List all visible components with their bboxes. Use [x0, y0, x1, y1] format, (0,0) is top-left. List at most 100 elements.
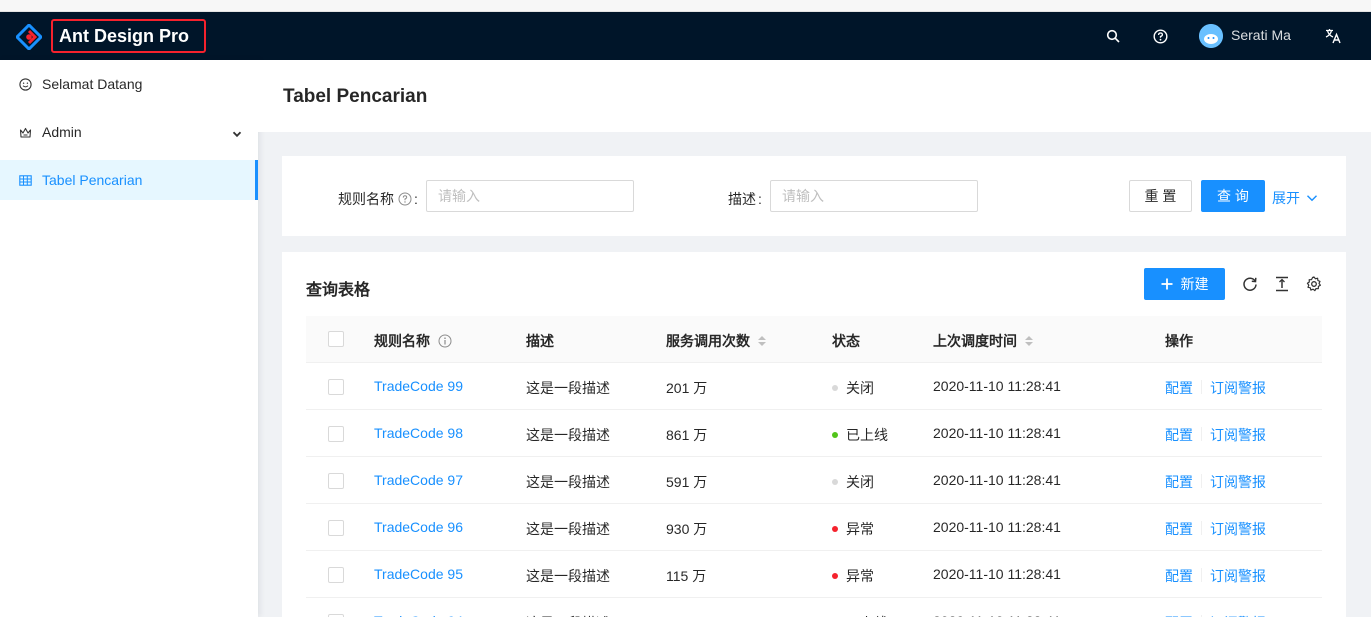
rule-name-label-text: 规则名称: [338, 191, 394, 207]
sidebar-item-label: Tabel Pencarian: [42, 172, 143, 188]
column-header-service-calls[interactable]: 服务调用次数: [666, 331, 766, 351]
status-cell: 关闭: [832, 378, 874, 398]
description-cell: 这是一段描述: [526, 613, 610, 617]
subscribe-alert-link[interactable]: 订阅警报: [1210, 378, 1266, 398]
table-header: 规则名称 描述 服务调用次数 状态 上次调度时间 操作: [306, 316, 1322, 363]
column-height-icon[interactable]: [1272, 274, 1292, 294]
sidebar-item-label: Selamat Datang: [42, 76, 143, 92]
page-title: Tabel Pencarian: [283, 86, 428, 107]
new-button-label: 新建: [1180, 276, 1209, 292]
search-icon[interactable]: [1103, 26, 1123, 46]
new-button[interactable]: 新建: [1144, 268, 1225, 300]
configure-link[interactable]: 配置: [1165, 472, 1193, 492]
rule-name-link[interactable]: TradeCode 96: [374, 519, 463, 535]
last-schedule-cell: 2020-11-10 11:28:41: [933, 566, 1061, 582]
column-header-label: 上次调度时间: [933, 333, 1017, 349]
configure-link[interactable]: 配置: [1165, 378, 1193, 398]
top-navbar: Ant Design Pro Serati Ma: [0, 12, 1371, 60]
question-circle-icon[interactable]: [1150, 26, 1170, 46]
chevron-down-icon: [232, 126, 242, 142]
action-divider: [1201, 427, 1202, 441]
reset-button[interactable]: 重 置: [1129, 180, 1192, 212]
action-divider: [1201, 380, 1202, 394]
rule-name-link[interactable]: TradeCode 97: [374, 472, 463, 488]
setting-icon[interactable]: [1304, 274, 1324, 294]
description-input[interactable]: [770, 180, 978, 212]
rule-name-link[interactable]: TradeCode 95: [374, 566, 463, 582]
column-header-last-schedule[interactable]: 上次调度时间: [933, 331, 1033, 351]
table-row: TradeCode 95 这是一段描述 115 万 异常 2020-11-10 11:2…: [306, 551, 1322, 598]
rule-name-label: 规则名称 :: [338, 189, 418, 209]
status-badge: 异常: [846, 521, 874, 537]
description-cell: 这是一段描述: [526, 474, 610, 490]
username[interactable]: Serati Ma: [1231, 27, 1291, 43]
avatar[interactable]: [1199, 24, 1223, 48]
rule-name-input[interactable]: [426, 180, 634, 212]
row-checkbox[interactable]: [328, 473, 344, 489]
description-label-text: 描述: [728, 191, 756, 207]
last-schedule-cell: 2020-11-10 11:28:41: [933, 378, 1061, 394]
smile-icon: [18, 77, 32, 91]
column-header-status[interactable]: 状态: [832, 331, 860, 351]
description-cell: 这是一段描述: [526, 427, 610, 443]
subscribe-alert-link[interactable]: 订阅警报: [1210, 519, 1266, 539]
sort-icon[interactable]: [758, 336, 766, 346]
table-row: TradeCode 94 这是一段描述 335 万 已上线 2020-11-10 11:…: [306, 598, 1322, 617]
status-dot-icon: [832, 385, 838, 392]
info-circle-icon[interactable]: [438, 334, 452, 348]
subscribe-alert-link[interactable]: 订阅警报: [1210, 613, 1266, 617]
table-row: TradeCode 96 这是一段描述 930 万 异常 2020-11-10 11:2…: [306, 504, 1322, 551]
rule-name-link[interactable]: TradeCode 98: [374, 425, 463, 441]
row-checkbox[interactable]: [328, 426, 344, 442]
service-calls-cell: 201 万: [666, 380, 708, 396]
status-badge: 关闭: [846, 474, 874, 490]
expand-label: 展开: [1272, 190, 1300, 206]
service-calls-cell: 335 万: [666, 613, 707, 617]
description-cell: 这是一段描述: [526, 568, 610, 584]
select-all-checkbox[interactable]: [328, 331, 344, 347]
row-checkbox[interactable]: [328, 379, 344, 395]
column-header-rule-name[interactable]: 规则名称: [374, 331, 452, 351]
status-cell: 已上线: [832, 613, 888, 617]
sidebar-item-search-table[interactable]: Tabel Pencarian: [0, 160, 258, 200]
brand-title[interactable]: Ant Design Pro: [51, 19, 206, 53]
status-dot-icon: [832, 526, 838, 533]
expand-link[interactable]: 展开: [1272, 188, 1318, 208]
column-header-description: 描述: [526, 333, 554, 349]
configure-link[interactable]: 配置: [1165, 613, 1193, 617]
description-cell: 这是一段描述: [526, 380, 610, 396]
sidebar-item-admin[interactable]: Admin: [0, 112, 258, 152]
subscribe-alert-link[interactable]: 订阅警报: [1210, 425, 1266, 445]
configure-link[interactable]: 配置: [1165, 425, 1193, 445]
subscribe-alert-link[interactable]: 订阅警报: [1210, 566, 1266, 586]
colon: :: [414, 191, 418, 207]
colon: :: [758, 191, 762, 207]
status-badge: 异常: [846, 568, 874, 584]
rule-name-link[interactable]: TradeCode 99: [374, 378, 463, 394]
subscribe-alert-link[interactable]: 订阅警报: [1210, 472, 1266, 492]
sidebar-item-welcome[interactable]: Selamat Datang: [0, 64, 258, 104]
description-label: 描述 :: [728, 189, 762, 209]
table-row: TradeCode 99 这是一段描述 201 万 关闭 2020-11-10 11:2…: [306, 363, 1322, 410]
status-cell: 异常: [832, 566, 874, 586]
column-header-label: 服务调用次数: [666, 333, 750, 349]
question-circle-icon[interactable]: [398, 192, 412, 206]
sort-icon[interactable]: [1025, 336, 1033, 346]
query-table-card: 查询表格 新建 规则名称 描述 服务调用次数 状态 上次调度时间 操作 Trad…: [282, 252, 1346, 617]
ant-design-logo-icon[interactable]: [14, 22, 44, 52]
query-button[interactable]: 查 询: [1201, 180, 1265, 212]
row-checkbox[interactable]: [328, 567, 344, 583]
reload-icon[interactable]: [1240, 274, 1260, 294]
configure-link[interactable]: 配置: [1165, 519, 1193, 539]
rule-name-link[interactable]: TradeCode 94: [374, 613, 463, 617]
action-divider: [1201, 568, 1202, 582]
column-header-actions: 操作: [1165, 333, 1193, 349]
translation-icon[interactable]: [1323, 26, 1343, 46]
status-cell: 已上线: [832, 425, 888, 445]
column-header-label: 规则名称: [374, 333, 430, 349]
configure-link[interactable]: 配置: [1165, 566, 1193, 586]
last-schedule-cell: 2020-11-10 11:28:41: [933, 519, 1061, 535]
last-schedule-cell: 2020-11-10 11:28:41: [933, 425, 1061, 441]
status-dot-icon: [832, 479, 838, 486]
row-checkbox[interactable]: [328, 520, 344, 536]
